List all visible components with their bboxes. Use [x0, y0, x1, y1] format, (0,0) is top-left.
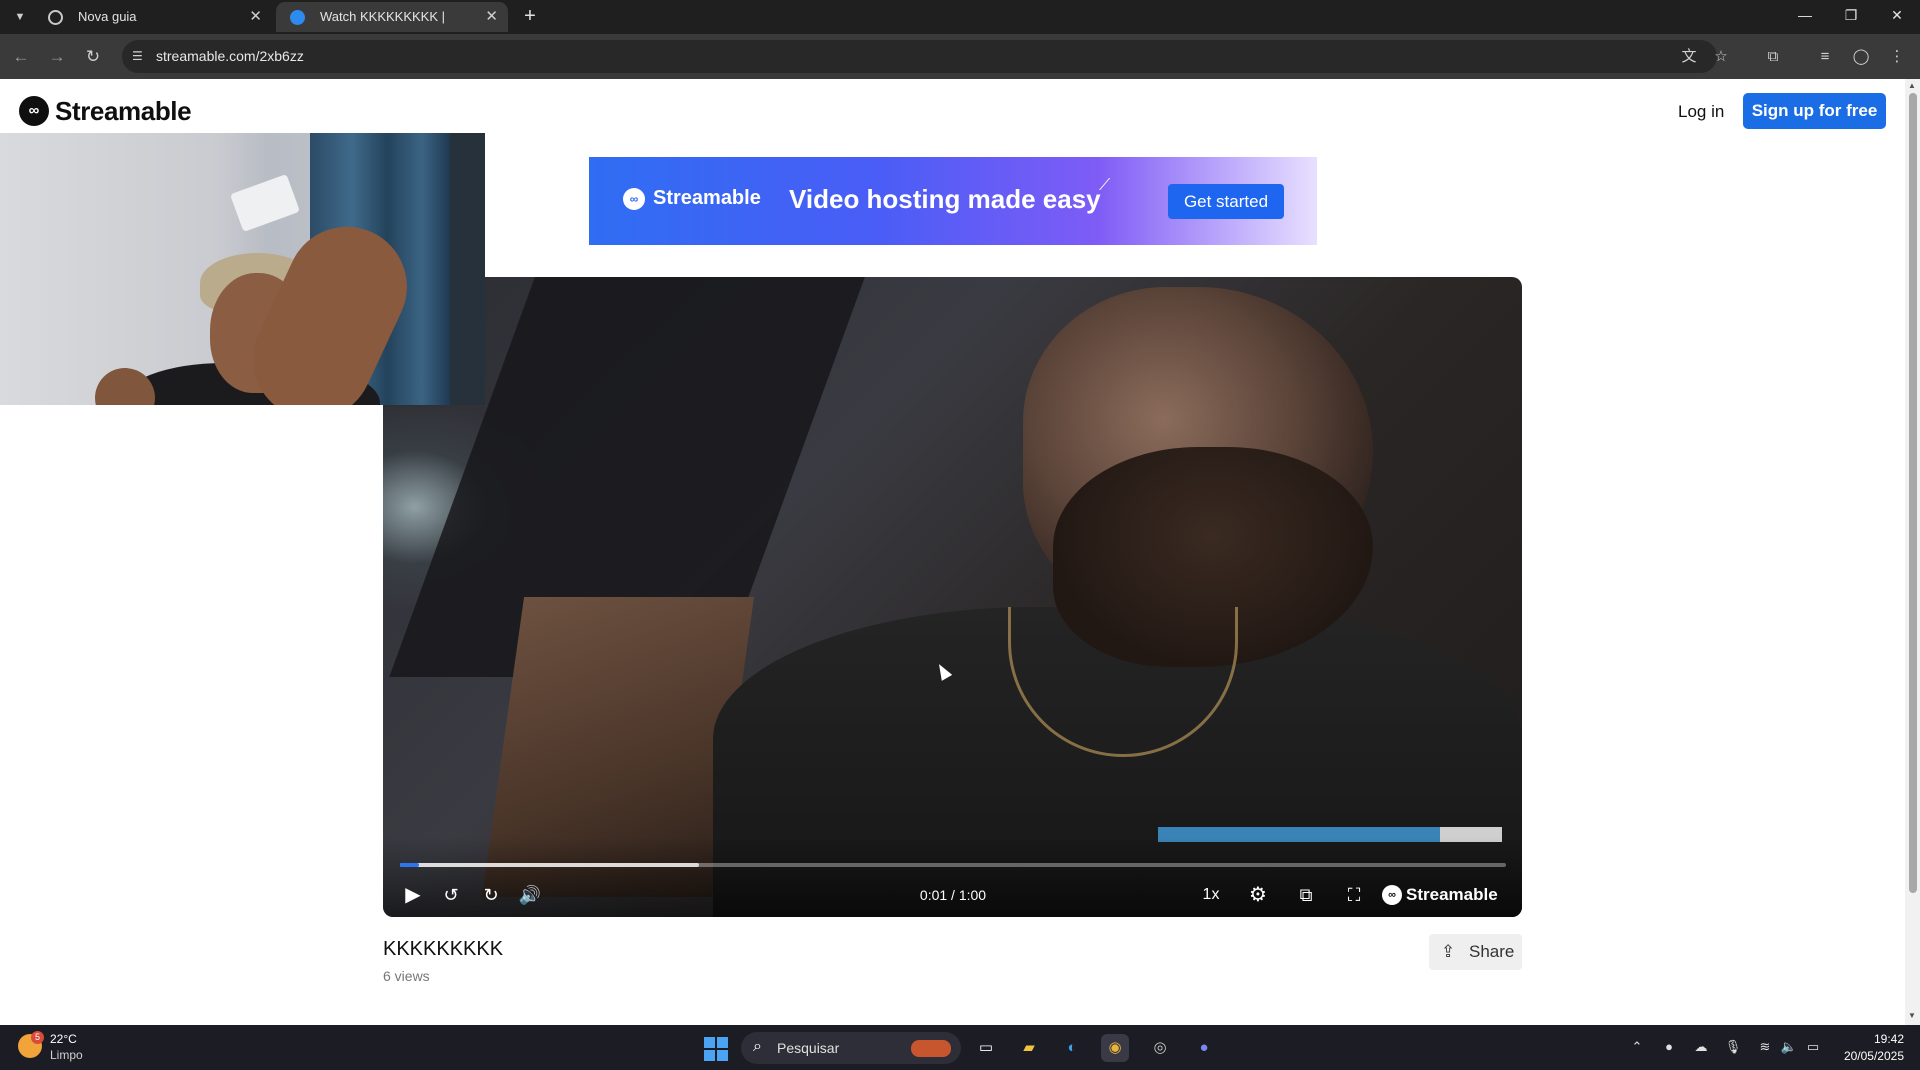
- search-icon: ⌕: [753, 1038, 762, 1055]
- clock-time[interactable]: 19:42: [1854, 1032, 1904, 1046]
- extensions-icon[interactable]: ⧉: [1760, 44, 1786, 70]
- streamable-logo-icon: ∞: [19, 96, 49, 126]
- task-view-icon[interactable]: ▭: [972, 1034, 1000, 1062]
- close-tab-icon[interactable]: ✕: [249, 2, 262, 32]
- app-icon[interactable]: ◎: [1146, 1034, 1174, 1062]
- new-tab-button[interactable]: +: [518, 3, 542, 31]
- get-started-button[interactable]: Get started: [1168, 184, 1284, 219]
- sparkle-icon: ⟋: [1099, 177, 1111, 194]
- forward-icon[interactable]: →: [44, 44, 70, 70]
- reload-icon[interactable]: ↻: [80, 44, 106, 70]
- video-player[interactable]: ▶ ↺ ↻ 🔊 0:01 / 1:00 1x ⚙ ⧉ ⛶ ∞ Streamabl…: [383, 277, 1522, 917]
- share-label: Share: [1469, 942, 1515, 961]
- minimize-icon[interactable]: —: [1782, 0, 1828, 30]
- ad-banner[interactable]: ∞ Streamable Video hosting made easy ⟋ G…: [589, 157, 1317, 245]
- search-highlight-icon: [911, 1040, 951, 1057]
- onedrive-icon[interactable]: ☁: [1691, 1037, 1711, 1057]
- restore-icon[interactable]: ❐: [1828, 0, 1874, 30]
- playback-speed-button[interactable]: 1x: [1196, 881, 1226, 909]
- scrollbar-thumb[interactable]: [1909, 93, 1917, 893]
- battery-icon[interactable]: ▭: [1803, 1037, 1823, 1057]
- edge-icon[interactable]: ◐: [1058, 1034, 1086, 1062]
- url-text[interactable]: streamable.com/2xb6zz: [156, 40, 304, 73]
- tab-streamable[interactable]: Watch KKKKKKKKK | Streamable ✕: [276, 2, 508, 54]
- seek-bar[interactable]: [400, 863, 1506, 867]
- time-display: 0:01 / 1:00: [919, 887, 987, 903]
- share-icon: ⇪: [1441, 942, 1456, 961]
- notification-badge: 5: [31, 1031, 44, 1044]
- media-control-icon[interactable]: ≡: [1812, 44, 1838, 70]
- banner-logo-text: Streamable: [653, 187, 761, 209]
- share-button[interactable]: ⇪ Share: [1429, 934, 1522, 970]
- settings-gear-icon[interactable]: ⚙: [1244, 881, 1272, 909]
- start-button-icon[interactable]: [704, 1037, 728, 1061]
- discord-icon[interactable]: ●: [1190, 1034, 1218, 1062]
- microphone-icon[interactable]: 🎙: [1723, 1037, 1743, 1057]
- clock-date[interactable]: 20/05/2025: [1830, 1049, 1904, 1063]
- forward-10-icon[interactable]: ↻: [477, 881, 505, 909]
- login-link[interactable]: Log in: [1678, 97, 1724, 127]
- buffered-bar: [400, 863, 699, 867]
- taskbar-search[interactable]: ⌕ Pesquisar: [741, 1032, 961, 1064]
- fullscreen-icon[interactable]: ⛶: [1340, 881, 1368, 909]
- close-window-icon[interactable]: ✕: [1874, 0, 1920, 30]
- show-hidden-icons[interactable]: ⌃: [1627, 1037, 1647, 1057]
- picture-in-picture-icon[interactable]: ⧉: [1292, 881, 1320, 909]
- weather-condition[interactable]: Limpo: [50, 1048, 83, 1062]
- streamable-logo-icon: ∞: [623, 187, 645, 210]
- browser-tab-strip: ▼ Nova guia ✕ Watch KKKKKKKKK | Streamab…: [0, 0, 1920, 54]
- volume-tray-icon[interactable]: 🔈: [1779, 1037, 1799, 1057]
- played-bar: [400, 863, 419, 867]
- rewind-10-icon[interactable]: ↺: [437, 881, 465, 909]
- chrome-icon[interactable]: ◉: [1101, 1034, 1129, 1062]
- translate-icon[interactable]: 文: [1678, 46, 1700, 68]
- address-bar[interactable]: ☰ streamable.com/2xb6zz 文 ☆: [122, 40, 1728, 73]
- bookmark-star-icon[interactable]: ☆: [1710, 46, 1732, 68]
- page-scrollbar[interactable]: ▲ ▼: [1905, 79, 1920, 1025]
- logo-text: Streamable: [55, 95, 192, 126]
- play-icon[interactable]: ▶: [399, 881, 427, 909]
- site-info-icon[interactable]: ☰: [132, 49, 148, 64]
- volume-icon[interactable]: 🔊: [516, 881, 544, 909]
- wifi-icon[interactable]: ≋: [1755, 1037, 1775, 1057]
- web-page: ∞ Streamable Log in Sign up for free ∞ S…: [0, 79, 1905, 1025]
- streamable-logo[interactable]: ∞ Streamable: [19, 95, 192, 127]
- tab-nova-guia[interactable]: Nova guia ✕: [34, 2, 272, 32]
- streamable-logo-icon: ∞: [1382, 885, 1402, 905]
- scroll-down-icon[interactable]: ▼: [1908, 1011, 1917, 1020]
- close-tab-icon[interactable]: ✕: [485, 2, 498, 32]
- video-title: KKKKKKKKK: [383, 938, 504, 960]
- view-count: 6 views: [383, 968, 430, 984]
- browser-toolbar: ← → ↻ ☰ streamable.com/2xb6zz 文 ☆: [0, 34, 1920, 79]
- search-placeholder: Pesquisar: [777, 1040, 840, 1056]
- tab-search-icon[interactable]: ▼: [8, 5, 32, 29]
- tab-title: Nova guia: [78, 9, 137, 24]
- profile-icon[interactable]: ◯: [1848, 44, 1874, 70]
- signup-button[interactable]: Sign up for free: [1743, 93, 1886, 129]
- weather-temperature[interactable]: 22°C: [50, 1032, 77, 1046]
- globe-icon: [48, 10, 63, 25]
- file-explorer-icon[interactable]: ▰: [1015, 1034, 1043, 1062]
- banner-headline: Video hosting made easy: [789, 184, 1101, 214]
- menu-kebab-icon[interactable]: ⋮: [1884, 44, 1910, 70]
- player-brand-text: Streamable: [1406, 885, 1498, 904]
- scroll-up-icon[interactable]: ▲: [1908, 81, 1917, 90]
- webcam-overlay: [0, 133, 485, 405]
- banner-logo: ∞ Streamable: [623, 187, 761, 210]
- windows-taskbar: 5 22°C Limpo ⌕ Pesquisar ▭ ▰ ◐ ◉ ◎ ● ⌃ ●…: [0, 1025, 1920, 1070]
- player-brand-link[interactable]: ∞ Streamable: [1382, 881, 1498, 909]
- streamable-favicon-icon: [290, 10, 305, 25]
- discord-tray-icon[interactable]: ●: [1659, 1037, 1679, 1057]
- back-icon[interactable]: ←: [8, 44, 34, 70]
